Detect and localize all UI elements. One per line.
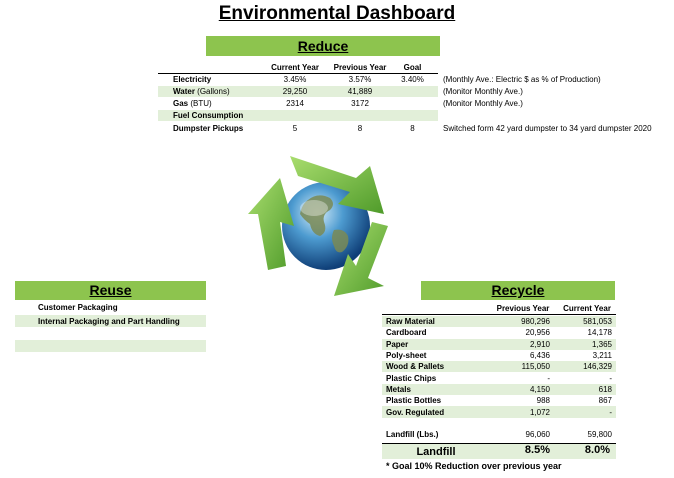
reduce-row-previous: 3172 <box>351 99 369 108</box>
recycle-row-label: Plastic Bottles <box>386 396 442 406</box>
recycle-row-previous: 115,050 <box>490 361 554 373</box>
recycle-row-previous: 2,910 <box>490 338 554 350</box>
recycle-row: Plastic Chips - - <box>382 372 616 383</box>
reduce-row-current: 5 <box>292 124 298 133</box>
landfill-lbs-current: 59,800 <box>587 430 612 440</box>
recycle-row-current: 3,211 <box>592 351 612 361</box>
reduce-row-current: 3.45% <box>283 75 307 84</box>
recycle-row-current: - <box>609 373 612 383</box>
reduce-row-label: Gas (BTU) <box>173 99 212 108</box>
reduce-row-previous: 8 <box>357 124 363 133</box>
recycle-globe-icon <box>248 156 388 296</box>
recycle-table: Raw Material 980,296 581,053 Cardboard 20,95… <box>382 316 616 440</box>
recycle-row: Poly-sheet 6,436 3,211 <box>382 350 616 361</box>
reduce-col-goal: Goal <box>403 63 422 72</box>
recycle-row-previous: 20,956 <box>525 328 550 338</box>
reduce-row-current: 29,250 <box>282 87 308 96</box>
recycle-row-previous: 6,436 <box>529 351 550 361</box>
recycle-row-current: 1,365 <box>554 338 616 350</box>
reduce-row-label: Dumpster Pickups <box>173 124 244 133</box>
page-title: Environmental Dashboard <box>218 3 456 24</box>
reuse-header: Reuse <box>15 281 206 300</box>
recycle-row-previous: - <box>547 373 550 383</box>
reduce-row-note: Switched form 42 yard dumpster to 34 yar… <box>443 124 652 133</box>
reduce-row-previous: 3.57% <box>348 75 372 84</box>
recycle-header-rule <box>382 314 616 315</box>
recycle-row: Raw Material 980,296 581,053 <box>382 316 616 328</box>
recycle-row-label: Gov. Regulated <box>382 406 490 418</box>
reduce-col-current: Current Year <box>271 63 319 72</box>
landfill-lbs-label: Landfill (Lbs.) <box>386 430 439 440</box>
reduce-row-label: Fuel Consumption <box>173 111 244 120</box>
recycle-row: Paper 2,910 1,365 <box>382 338 616 350</box>
recycle-row-current: 581,053 <box>554 316 616 328</box>
recycle-row-label: Paper <box>382 338 490 350</box>
reduce-header-rule <box>158 73 438 74</box>
reduce-row-goal: 8 <box>410 124 415 133</box>
reduce-row-label: Water (Gallons) <box>173 87 230 96</box>
recycle-row: Gov. Regulated 1,072- <box>382 406 616 418</box>
recycle-row-previous: 1,072 <box>490 406 554 418</box>
recycle-footnote: * Goal 10% Reduction over previous year <box>386 461 562 471</box>
recycle-row-current: 867 <box>598 396 612 406</box>
recycle-row-previous: 980,296 <box>490 316 554 328</box>
recycle-row-current: 146,329 <box>554 361 616 373</box>
reuse-item: Customer Packaging <box>38 303 118 312</box>
recycle-row-label: Raw Material <box>382 316 490 328</box>
recycle-row: Plastic Bottles 988 867 <box>382 395 616 406</box>
reduce-row-note: (Monitor Monthly Ave.) <box>443 99 523 108</box>
recycle-row-label: Metals <box>382 383 490 396</box>
reuse-row-stripe <box>15 340 206 352</box>
reduce-row-label: Electricity <box>173 75 212 84</box>
landfill-pct-previous: 8.5% <box>524 444 550 456</box>
recycle-row: Metals 4,150 618 <box>382 383 616 396</box>
landfill-pct-current: 8.0% <box>584 444 610 456</box>
landfill-lbs-previous: 96,060 <box>525 430 550 440</box>
recycle-row: Wood & Pallets 115,050 146,329 <box>382 361 616 373</box>
reduce-row-goal: 3.40% <box>401 75 424 84</box>
recycle-row-current: - <box>554 406 616 418</box>
recycle-row-label: Wood & Pallets <box>382 361 490 373</box>
recycle-row-label: Cardboard <box>386 328 427 338</box>
reduce-row-current: 2314 <box>286 99 304 108</box>
reuse-item: Internal Packaging and Part Handling <box>38 317 180 326</box>
recycle-row-previous: 988 <box>536 396 550 406</box>
recycle-col-previous: Previous Year <box>496 304 550 313</box>
recycle-row-current: 14,178 <box>587 328 612 338</box>
recycle-row-previous: 4,150 <box>490 383 554 396</box>
reduce-header: Reduce <box>206 36 440 56</box>
recycle-col-current: Current Year <box>563 304 611 313</box>
recycle-row: Cardboard 20,956 14,178 <box>382 327 616 338</box>
landfill-pct-label: Landfill <box>416 446 456 458</box>
reduce-row-previous: 41,889 <box>347 87 373 96</box>
recycle-row-label: Plastic Chips <box>386 373 437 383</box>
recycle-header: Recycle <box>421 281 615 300</box>
recycle-row-current: 618 <box>554 383 616 396</box>
recycle-row-label: Poly-sheet <box>386 351 427 361</box>
landfill-lbs-row: Landfill (Lbs.) 96,060 59,800 <box>382 429 616 440</box>
reduce-row-note: (Monthly Ave.: Electric $ as % of Produc… <box>443 75 601 84</box>
reduce-col-previous: Previous Year <box>333 63 387 72</box>
recycle-spacer-row <box>382 418 616 429</box>
reduce-row-note: (Monitor Monthly Ave.) <box>443 87 523 96</box>
